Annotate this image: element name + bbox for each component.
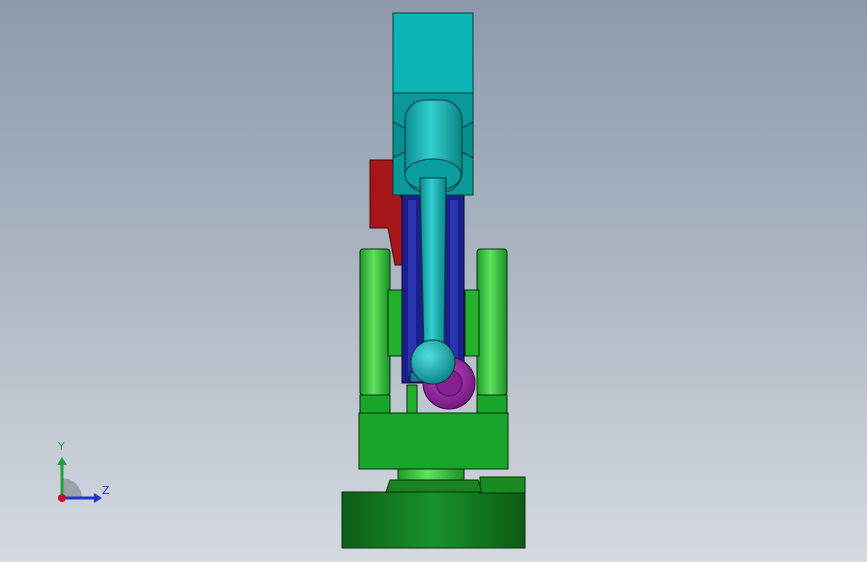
cad-viewport[interactable] [0, 0, 867, 562]
tool-shaft[interactable] [419, 177, 447, 351]
z-axis-arrow-icon [94, 493, 102, 503]
x-axis-dot-icon [58, 494, 66, 502]
tool-ball[interactable] [410, 339, 456, 385]
shoulder-block[interactable] [358, 412, 509, 470]
triad-graphic [57, 457, 102, 503]
left-bracket[interactable] [359, 248, 403, 414]
y-axis-label: Y [58, 440, 65, 453]
turntable[interactable] [385, 467, 483, 493]
triad-plane-arc [62, 478, 82, 498]
orientation-triad: Y Z [40, 438, 120, 514]
z-axis-label: Z [102, 484, 110, 497]
support-post [406, 384, 418, 414]
y-axis-arrow-icon [57, 457, 67, 465]
